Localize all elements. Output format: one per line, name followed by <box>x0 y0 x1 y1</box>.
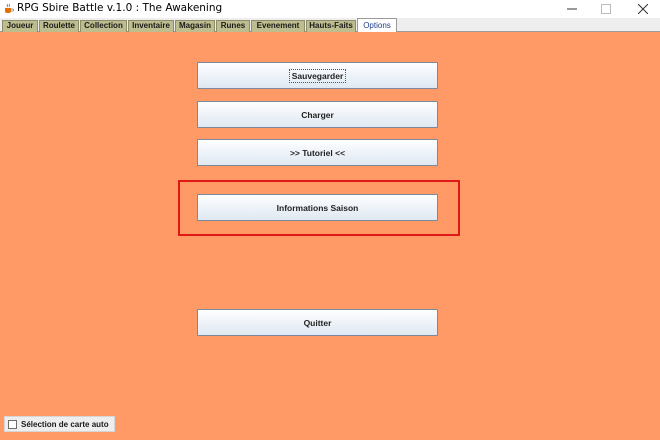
load-button-label: Charger <box>301 109 334 120</box>
season-info-button-label: Informations Saison <box>276 202 359 213</box>
tutorial-button-label: >> Tutoriel << <box>289 147 346 158</box>
tutorial-button[interactable]: >> Tutoriel << <box>197 139 438 166</box>
tab-magasin[interactable]: Magasin <box>175 20 215 32</box>
tab-hauts-faits[interactable]: Hauts-Faits <box>306 20 356 32</box>
tab-options[interactable]: Options <box>357 18 397 33</box>
tab-inventaire[interactable]: Inventaire <box>128 20 174 32</box>
window-title: RPG Sbire Battle v.1.0 : The Awakening <box>17 2 223 14</box>
save-button-label: Sauvegarder <box>288 68 347 83</box>
quit-button[interactable]: Quitter <box>197 309 438 336</box>
close-icon[interactable] <box>626 0 660 18</box>
tab-joueur[interactable]: Joueur <box>2 20 38 32</box>
main-tabbar: Joueur Roulette Collection Inventaire Ma… <box>0 18 660 33</box>
options-panel <box>0 32 660 440</box>
window-titlebar: RPG Sbire Battle v.1.0 : The Awakening <box>0 0 660 18</box>
save-button[interactable]: Sauvegarder <box>197 62 438 89</box>
tab-runes[interactable]: Runes <box>216 20 250 32</box>
auto-card-checkbox[interactable] <box>8 419 17 429</box>
quit-button-label: Quitter <box>303 317 332 328</box>
tab-roulette[interactable]: Roulette <box>39 20 79 32</box>
tab-evenement[interactable]: Evenement <box>251 20 305 32</box>
maximize-icon[interactable] <box>589 0 623 18</box>
minimize-icon[interactable] <box>555 0 589 18</box>
tab-collection[interactable]: Collection <box>80 20 127 32</box>
season-info-button[interactable]: Informations Saison <box>197 194 438 221</box>
load-button[interactable]: Charger <box>197 101 438 128</box>
auto-card-selection-toggle[interactable]: Sélection de carte auto <box>4 416 115 432</box>
java-cup-icon <box>5 3 14 13</box>
auto-card-checkbox-label: Sélection de carte auto <box>21 419 109 429</box>
